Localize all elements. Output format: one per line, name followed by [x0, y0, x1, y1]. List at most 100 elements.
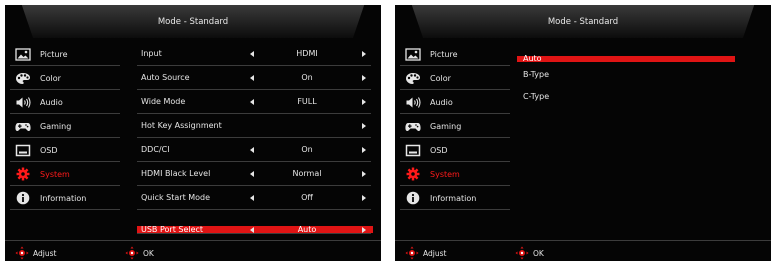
arrow-right-icon[interactable]: [362, 147, 366, 153]
osd-header: Mode - Standard: [5, 5, 381, 38]
ok-label: OK: [533, 248, 544, 258]
gamepad-icon: [405, 119, 421, 133]
setting-value: On: [301, 145, 313, 154]
sidebar-item-osd[interactable]: OSD: [5, 138, 125, 162]
setting-row-usb-port-select[interactable]: USB Port Select Auto: [137, 210, 377, 234]
option-auto[interactable]: Auto: [517, 42, 767, 64]
palette-icon: [405, 71, 421, 85]
option-label: Auto: [523, 54, 542, 63]
option-label: B-Type: [523, 70, 550, 79]
setting-row-input[interactable]: Input HDMI: [137, 42, 377, 66]
setting-value: FULL: [297, 97, 317, 106]
adjust-label: Adjust: [423, 248, 447, 258]
ok-hint: OK: [125, 246, 154, 260]
setting-label: Input: [141, 49, 162, 58]
sidebar-item-color[interactable]: Color: [5, 66, 125, 90]
adjust-hint: Adjust: [15, 246, 56, 260]
arrow-right-icon[interactable]: [362, 227, 366, 233]
sidebar-item-picture[interactable]: Picture: [395, 42, 515, 66]
option-c-type[interactable]: C-Type: [517, 86, 767, 108]
arrow-left-icon[interactable]: [250, 171, 254, 177]
osd-title: Mode - Standard: [157, 17, 229, 27]
sidebar-item-label: Color: [40, 73, 61, 83]
adjust-label: Adjust: [33, 248, 57, 258]
sidebar-item-system[interactable]: System: [395, 162, 515, 186]
arrow-left-icon[interactable]: [250, 99, 254, 105]
option-label: C-Type: [523, 92, 550, 101]
arrow-right-icon[interactable]: [362, 123, 366, 129]
osd-icon: [405, 143, 421, 157]
osd-panel-system: Mode - Standard Picture Color Audio Gaming O…: [5, 5, 381, 261]
joystick-ok-icon: [515, 246, 529, 260]
setting-row-wide-mode[interactable]: Wide Mode FULL: [137, 90, 377, 114]
ok-label: OK: [143, 248, 154, 258]
adjust-hint: Adjust: [405, 246, 446, 260]
arrow-left-icon[interactable]: [250, 147, 254, 153]
info-icon: [405, 191, 421, 205]
osd-icon: [15, 143, 31, 157]
arrow-right-icon[interactable]: [362, 171, 366, 177]
arrow-right-icon[interactable]: [362, 51, 366, 57]
setting-label: Hot Key Assignment: [141, 121, 222, 130]
sidebar-item-label: OSD: [430, 145, 448, 155]
setting-value: On: [301, 73, 313, 82]
arrow-right-icon[interactable]: [362, 195, 366, 201]
setting-label: Quick Start Mode: [141, 193, 211, 202]
setting-label: Auto Source: [141, 73, 190, 82]
sidebar: Picture Color Audio Gaming OSD System Informat…: [5, 42, 125, 210]
arrow-left-icon[interactable]: [250, 227, 254, 233]
arrow-left-icon[interactable]: [250, 51, 254, 57]
sidebar-item-audio[interactable]: Audio: [395, 90, 515, 114]
osd-header: Mode - Standard: [395, 5, 771, 38]
setting-label: USB Port Select: [141, 225, 204, 234]
sidebar-item-audio[interactable]: Audio: [5, 90, 125, 114]
setting-value: Off: [301, 193, 313, 202]
sidebar-item-label: Information: [40, 193, 87, 203]
setting-value: HDMI: [296, 49, 318, 58]
sidebar-item-label: Information: [430, 193, 477, 203]
palette-icon: [15, 71, 31, 85]
sidebar-item-label: System: [40, 169, 70, 179]
gear-icon: [405, 167, 421, 181]
option-b-type[interactable]: B-Type: [517, 64, 767, 86]
sidebar-item-system[interactable]: System: [5, 162, 125, 186]
sidebar-item-osd[interactable]: OSD: [395, 138, 515, 162]
sidebar-item-gaming[interactable]: Gaming: [395, 114, 515, 138]
setting-value: Normal: [292, 169, 322, 178]
sidebar-item-gaming[interactable]: Gaming: [5, 114, 125, 138]
joystick-adjust-icon: [405, 246, 419, 260]
setting-label: HDMI Black Level: [141, 169, 211, 178]
settings-menu: Input HDMI Auto Source On Wide Mode FULL Hot K…: [137, 42, 377, 234]
gamepad-icon: [15, 119, 31, 133]
arrow-left-icon[interactable]: [250, 195, 254, 201]
footer-divider: [5, 240, 381, 241]
arrow-right-icon[interactable]: [362, 99, 366, 105]
sidebar-item-picture[interactable]: Picture: [5, 42, 125, 66]
joystick-ok-icon: [125, 246, 139, 260]
osd-title: Mode - Standard: [547, 17, 619, 27]
setting-row-quick-start-mode[interactable]: Quick Start Mode Off: [137, 186, 377, 210]
sidebar-item-label: Picture: [40, 49, 68, 59]
sidebar-item-information[interactable]: Information: [5, 186, 125, 210]
sidebar-item-label: Color: [430, 73, 451, 83]
sidebar-item-label: Gaming: [430, 121, 462, 131]
sidebar: Picture Color Audio Gaming OSD System Informat…: [395, 42, 515, 210]
setting-row-ddc-ci[interactable]: DDC/CI On: [137, 138, 377, 162]
arrow-right-icon[interactable]: [362, 75, 366, 81]
setting-label: Wide Mode: [141, 97, 186, 106]
speaker-icon: [405, 95, 421, 109]
setting-label: DDC/CI: [141, 145, 170, 154]
setting-row-hot-key-assignment[interactable]: Hot Key Assignment: [137, 114, 377, 138]
picture-icon: [405, 47, 421, 61]
sidebar-item-information[interactable]: Information: [395, 186, 515, 210]
arrow-left-icon[interactable]: [250, 75, 254, 81]
sidebar-item-label: Picture: [430, 49, 458, 59]
sidebar-item-label: OSD: [40, 145, 58, 155]
sidebar-item-label: System: [430, 169, 460, 179]
sidebar-item-color[interactable]: Color: [395, 66, 515, 90]
setting-row-auto-source[interactable]: Auto Source On: [137, 66, 377, 90]
info-icon: [15, 191, 31, 205]
setting-row-hdmi-black-level[interactable]: HDMI Black Level Normal: [137, 162, 377, 186]
footer-divider: [395, 240, 771, 241]
sidebar-item-label: Audio: [40, 97, 63, 107]
